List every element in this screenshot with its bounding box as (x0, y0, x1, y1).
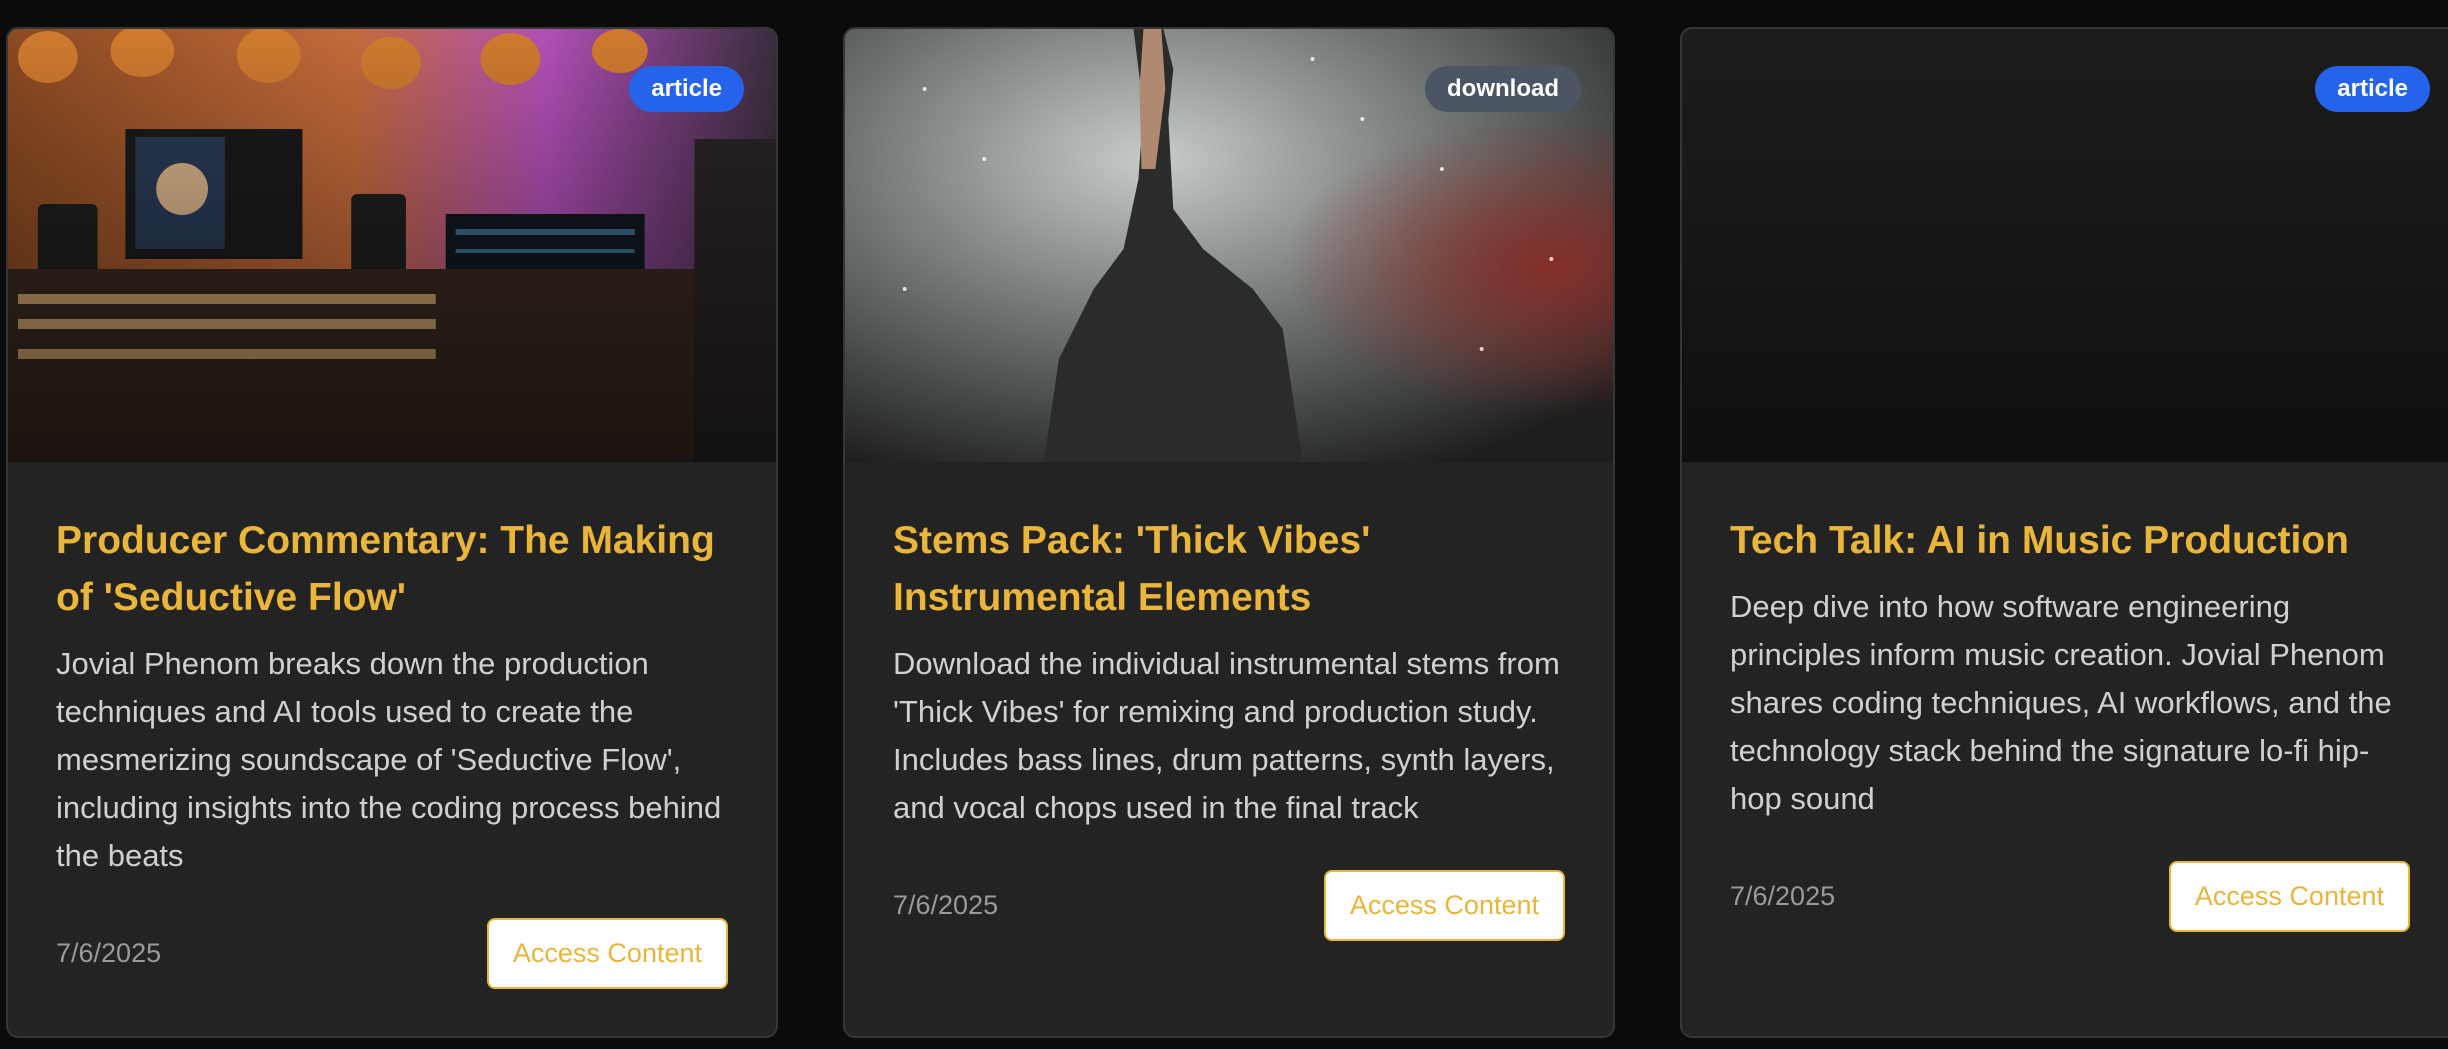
card-footer: 7/6/2025 Access Content (893, 870, 1565, 941)
card-image-performer: download (845, 29, 1613, 462)
content-type-badge: download (1425, 66, 1581, 112)
card-body: Tech Talk: AI in Music Production Deep d… (1730, 512, 2410, 932)
card-image-placeholder: article (1682, 29, 2448, 462)
card-description: Deep dive into how software engineering … (1730, 589, 2392, 816)
card-footer: 7/6/2025 Access Content (56, 918, 728, 989)
access-content-button[interactable]: Access Content (1323, 870, 1565, 941)
content-card: article Producer Commentary: The Making … (6, 27, 778, 1038)
access-content-button[interactable]: Access Content (486, 918, 728, 989)
access-content-button[interactable]: Access Content (2168, 861, 2410, 932)
card-date: 7/6/2025 (1730, 881, 1836, 911)
content-card: download Stems Pack: 'Thick Vibes' Instr… (843, 27, 1615, 1038)
card-body: Producer Commentary: The Making of 'Sedu… (56, 512, 728, 989)
card-body: Stems Pack: 'Thick Vibes' Instrumental E… (893, 512, 1565, 941)
card-title: Producer Commentary: The Making of 'Sedu… (56, 519, 715, 619)
card-date: 7/6/2025 (56, 938, 162, 968)
card-description: Download the individual instrumental ste… (893, 646, 1560, 825)
content-type-badge: article (2315, 66, 2430, 112)
content-grid: article Producer Commentary: The Making … (0, 0, 2448, 1049)
content-card: article Tech Talk: AI in Music Productio… (1680, 27, 2448, 1038)
card-description: Jovial Phenom breaks down the production… (56, 646, 722, 873)
card-title: Stems Pack: 'Thick Vibes' Instrumental E… (893, 519, 1371, 619)
content-type-badge: article (629, 66, 744, 112)
card-title: Tech Talk: AI in Music Production (1730, 519, 2349, 562)
card-footer: 7/6/2025 Access Content (1730, 861, 2410, 932)
card-image-studio: article (8, 29, 776, 462)
card-date: 7/6/2025 (893, 890, 999, 920)
